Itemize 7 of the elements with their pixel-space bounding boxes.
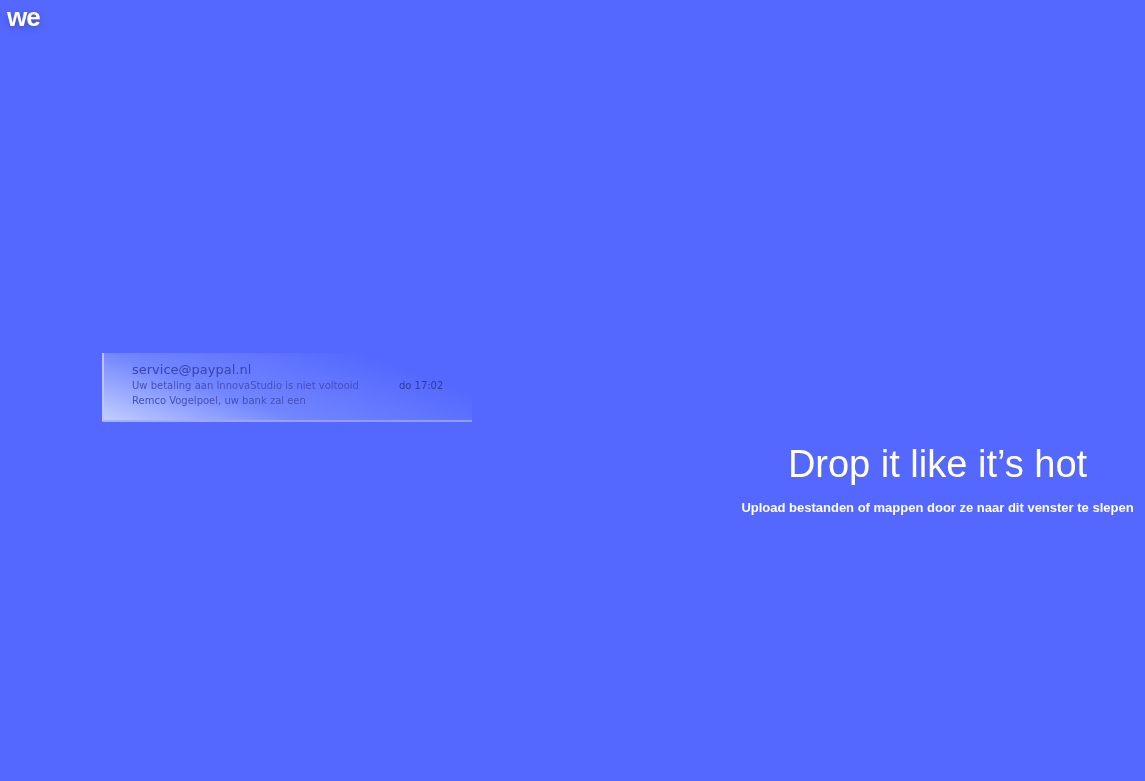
email-subject: Uw betaling aan InnovaStudio is niet voltooid: [132, 379, 359, 393]
email-time: do 17:02: [398, 379, 444, 393]
email-sender: service@paypal.nl: [132, 361, 253, 378]
drop-title: Drop it like it’s hot: [786, 442, 1089, 487]
drop-subtitle: Upload bestanden of mappen door ze naar dit venster te slepen: [740, 498, 1135, 517]
email-preview: Remco Vogelpoel, uw bank zal een: [132, 394, 307, 408]
logo[interactable]: we: [7, 4, 40, 30]
